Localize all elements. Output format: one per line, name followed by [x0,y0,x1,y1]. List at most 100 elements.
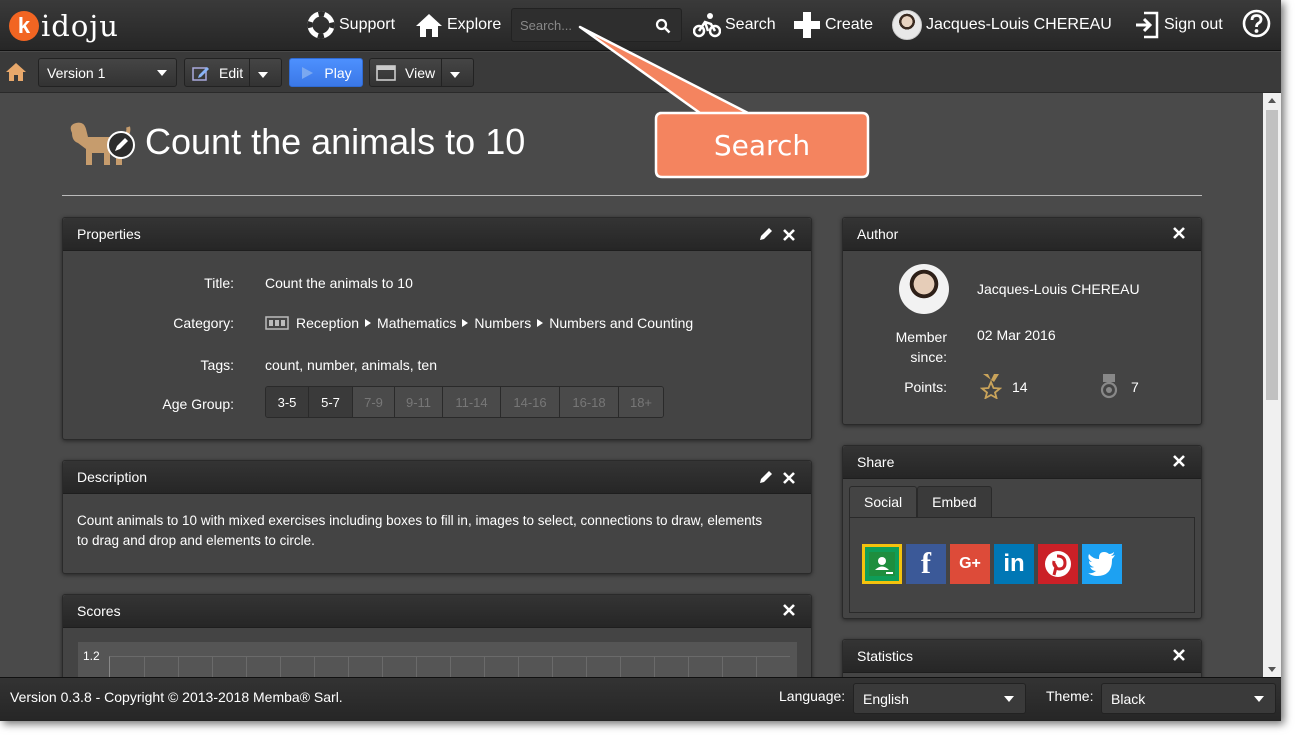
language-select[interactable]: English [853,683,1026,714]
scores-chart: 1.2 [78,642,797,677]
edit-dropdown[interactable] [250,65,276,81]
description-panel: Description Count animals to 10 with mix… [62,460,812,574]
age-group-selector: 3-5 5-7 7-9 9-11 11-14 14-16 16-18 18+ [265,386,664,418]
language-value: English [863,690,909,707]
grid-line [382,657,383,677]
theme-select[interactable]: Black [1101,683,1276,714]
view-button[interactable]: View [370,65,435,81]
age-option-18-plus[interactable]: 18+ [619,387,663,417]
vertical-scrollbar[interactable] [1263,93,1281,677]
scores-panel: Scores 1.2 [62,594,812,677]
grid-line [484,657,485,677]
play-button[interactable]: Play [289,58,363,87]
star-medal-icon [980,374,1002,399]
chevron-down-icon [157,70,167,76]
scrollbar-thumb[interactable] [1266,110,1278,400]
close-icon[interactable] [1173,227,1185,239]
description-title: Description [77,469,148,485]
share-panel: Share Social Embed f G+ in [842,445,1202,619]
author-title: Author [857,226,899,242]
member-label-line-1: Member [895,329,947,345]
google-plus-icon[interactable]: G+ [950,544,990,584]
tags-label: Tags: [200,357,234,373]
grid-line [280,657,281,677]
description-text: Count animals to 10 with mixed exercises… [77,511,762,551]
pinterest-icon[interactable] [1038,544,1078,584]
search-icon[interactable] [655,18,671,34]
member-label-line-2: since: [910,349,947,365]
edit-button[interactable]: Edit [185,65,243,81]
copyright-text: Version 0.3.8 - Copyright © 2013-2018 Me… [10,689,343,705]
grid-line [416,657,417,677]
edit-label: Edit [219,64,244,81]
close-icon[interactable] [783,604,795,616]
category-level-4[interactable]: Numbers and Counting [549,315,693,331]
member-since-label: Member since: [873,327,947,367]
tab-embed[interactable]: Embed [917,486,992,517]
title-divider [62,195,1202,196]
tags-value: count, number, animals, ten [265,357,437,373]
category-level-1[interactable]: Reception [296,315,359,331]
user-avatar [892,10,922,40]
statistics-panel: Statistics [842,639,1202,677]
google-classroom-icon[interactable] [862,544,902,584]
properties-panel: Properties Title: Count the animals to 1… [62,217,812,440]
caret-right-icon [365,319,372,327]
grid-line [586,657,587,677]
support-link[interactable]: Support [307,11,395,39]
age-group-label: Age Group: [162,396,234,412]
age-option-16-18[interactable]: 16-18 [560,387,619,417]
close-icon[interactable] [783,471,795,484]
scroll-down-arrow-icon[interactable] [1268,667,1276,672]
description-line-2: to drag and drop and elements to circle. [77,533,315,548]
help-button[interactable] [1242,9,1275,37]
kidoju-logo[interactable]: k idoju [9,7,119,45]
user-menu[interactable]: Jacques-Louis CHEREAU [892,10,1112,40]
search-nav-link[interactable]: Search [693,12,776,38]
tab-social[interactable]: Social [849,486,918,517]
category-label: Category: [173,315,234,331]
age-option-5-7[interactable]: 5-7 [309,387,353,417]
linkedin-icon[interactable]: in [994,544,1034,584]
age-option-3-5[interactable]: 3-5 [266,387,309,417]
age-option-9-11[interactable]: 9-11 [395,387,443,417]
title-value: Count the animals to 10 [265,275,413,291]
pencil-icon[interactable] [758,227,773,242]
twitter-icon[interactable] [1082,544,1122,584]
scores-title: Scores [77,603,121,619]
close-icon[interactable] [1173,455,1185,467]
medal-icon [1100,374,1118,399]
version-select[interactable]: Version 1 [38,58,177,87]
toolbar: Version 1 Edit Play View [0,52,1281,93]
scroll-up-arrow-icon[interactable] [1268,98,1276,103]
view-dropdown[interactable] [442,65,468,81]
app-window: k idoju Support Explore Search Create Ja… [0,0,1281,721]
create-link[interactable]: Create [793,12,873,38]
share-tabs: Social Embed [849,486,992,517]
grid-line [518,657,519,677]
create-label: Create [825,16,874,33]
signout-link[interactable]: Sign out [1134,11,1223,39]
close-icon[interactable] [1173,649,1185,661]
explore-link[interactable]: Explore [415,12,501,38]
pencil-icon[interactable] [758,470,773,485]
category-level-3[interactable]: Numbers [474,315,531,331]
age-option-11-14[interactable]: 11-14 [443,387,501,417]
category-breadcrumb: Reception Mathematics Numbers Numbers an… [265,315,693,331]
properties-header: Properties [63,218,811,251]
grid-line [178,657,179,677]
description-line-1: Count animals to 10 with mixed exercises… [77,513,763,528]
author-avatar[interactable] [899,264,949,314]
grid-line [654,657,655,677]
category-level-2[interactable]: Mathematics [377,315,456,331]
close-icon[interactable] [783,228,795,241]
facebook-icon[interactable]: f [906,544,946,584]
dog-icon [70,122,135,165]
author-header: Author [843,218,1201,251]
age-option-14-16[interactable]: 14-16 [501,387,560,417]
home-button[interactable] [5,62,27,87]
pinterest-glyph [1045,551,1071,577]
author-name[interactable]: Jacques-Louis CHEREAU [977,281,1140,297]
age-option-7-9[interactable]: 7-9 [353,387,395,417]
search-input[interactable] [512,9,652,41]
